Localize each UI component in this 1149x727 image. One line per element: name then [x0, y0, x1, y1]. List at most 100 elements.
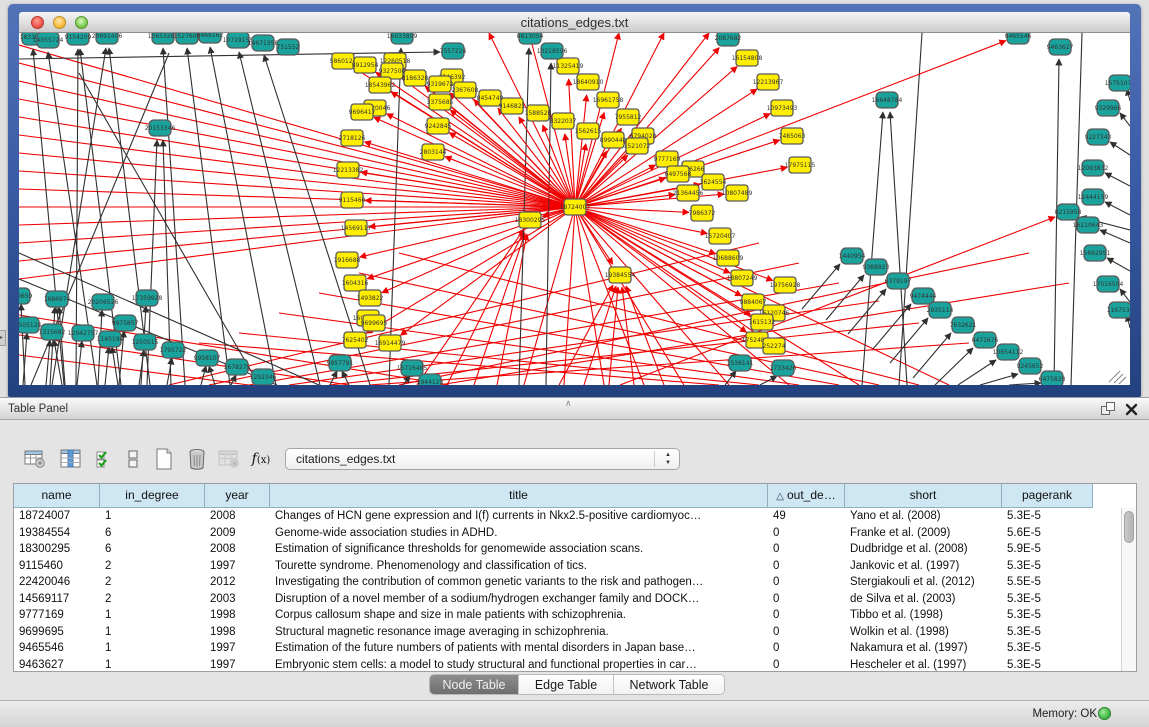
network-node[interactable]: 18807249 — [727, 270, 758, 286]
network-node[interactable]: 16210643 — [1073, 217, 1104, 233]
table-scrollbar-thumb[interactable] — [1124, 511, 1134, 543]
function-builder-icon[interactable]: f(x) — [248, 446, 274, 472]
splitter-chevron-icon[interactable]: ∧ — [565, 399, 572, 408]
network-node[interactable]: 3375685 — [427, 94, 454, 110]
column-visibility-icon[interactable] — [58, 446, 84, 472]
network-node[interactable]: 252274 — [763, 338, 786, 354]
network-node[interactable]: 8912954 — [352, 57, 379, 73]
create-column-icon[interactable] — [151, 446, 177, 472]
network-node[interactable]: 20153346 — [145, 120, 176, 136]
network-canvas[interactable]: 1872400758601248912954122605189327508818… — [19, 33, 1130, 385]
table-row[interactable]: 946362711997Embryonic stem cells: a mode… — [14, 657, 1136, 673]
network-node[interactable]: 9958107 — [194, 350, 221, 366]
table-row[interactable]: 977716911998Corpus callosum shape and si… — [14, 607, 1136, 624]
network-node[interactable]: 12042757 — [68, 325, 99, 341]
column-header-year[interactable]: year — [205, 484, 270, 508]
memory-status-indicator[interactable] — [1098, 707, 1111, 720]
network-node[interactable]: 1795722 — [160, 342, 187, 358]
network-node[interactable]: 7632621 — [950, 317, 977, 333]
network-node[interactable]: 8322037 — [550, 113, 577, 129]
network-node[interactable]: 6497568 — [665, 166, 692, 182]
network-node[interactable]: 7986372 — [689, 205, 716, 221]
column-header-pagerank[interactable]: pagerank — [1002, 484, 1093, 508]
tab-node-table[interactable]: Node Table — [430, 675, 519, 694]
delete-column-icon[interactable] — [184, 446, 210, 472]
network-node[interactable]: 1440954 — [839, 248, 866, 264]
network-node[interactable]: 1916688 — [334, 252, 361, 268]
network-node[interactable]: 1493822 — [357, 290, 384, 306]
network-node[interactable]: 21364456 — [673, 185, 704, 201]
table-row[interactable]: 911546021997Tourette syndrome. Phenomeno… — [14, 558, 1136, 575]
network-node[interactable]: 17359928 — [132, 290, 163, 306]
table-row[interactable]: 1872400712008Changes of HCN gene express… — [14, 508, 1136, 525]
network-node[interactable]: 10654112 — [993, 344, 1024, 360]
network-node[interactable]: 14055724 — [33, 33, 64, 48]
network-node[interactable]: 15720407 — [705, 228, 736, 244]
column-header-in_degree[interactable]: in_degree — [100, 484, 205, 508]
network-node[interactable]: 12444159 — [1078, 189, 1109, 205]
network-node[interactable]: 9699695 — [361, 315, 388, 331]
network-node[interactable]: 9696417 — [349, 104, 376, 120]
network-node[interactable]: 6379197 — [885, 273, 912, 289]
network-node[interactable]: 8215958 — [1055, 204, 1082, 220]
network-node[interactable]: 2718126 — [339, 130, 366, 146]
network-node[interactable]: 9242845 — [425, 118, 452, 134]
row-select-icon[interactable] — [92, 446, 118, 472]
close-panel-icon[interactable] — [1124, 401, 1140, 417]
network-node[interactable]: 2803144 — [420, 144, 447, 160]
tab-edge-table[interactable]: Edge Table — [519, 675, 614, 694]
network-node[interactable]: 12213382 — [333, 162, 364, 178]
network-node[interactable]: 18543962 — [365, 77, 396, 93]
network-node[interactable]: 8813054 — [517, 33, 544, 44]
column-header-name[interactable]: name — [14, 484, 100, 508]
table-row[interactable]: 1938455462009Genome-wide association stu… — [14, 525, 1136, 542]
network-node[interactable]: 17975115 — [785, 157, 816, 173]
network-node[interactable]: 2087682 — [715, 33, 742, 46]
table-row[interactable]: 1456911722003Disruption of a novel membe… — [14, 591, 1136, 608]
network-node[interactable]: 6475828 — [1039, 371, 1066, 385]
network-node[interactable]: 20206526 — [88, 294, 119, 310]
network-node[interactable]: 19756928 — [770, 277, 801, 293]
network-node[interactable]: 15751074 — [1105, 75, 1130, 91]
network-node[interactable]: 1944123 — [417, 374, 444, 385]
network-node[interactable]: 17016504 — [1093, 276, 1124, 292]
network-node[interactable]: 1145194 — [97, 331, 124, 347]
network-node[interactable]: 20691406 — [92, 33, 123, 44]
table-row[interactable]: 2242004622012Investigating the contribut… — [14, 574, 1136, 591]
network-node[interactable]: 12213967 — [753, 74, 784, 90]
network-node[interactable]: 1315682 — [39, 324, 66, 340]
network-node[interactable]: 751552 — [277, 39, 300, 55]
network-node[interactable]: 16648784 — [872, 92, 903, 108]
network-node[interactable]: 16154808 — [732, 50, 763, 66]
table-row[interactable]: 946554611997Estimation of the future num… — [14, 640, 1136, 657]
control-panel-collapsed-handle[interactable]: ▸ — [0, 330, 6, 346]
network-node[interactable]: 2367608 — [452, 82, 479, 98]
network-node[interactable]: 16033809 — [387, 33, 418, 44]
network-node[interactable]: 1588520 — [525, 105, 552, 121]
network-node[interactable]: 8990448 — [600, 132, 627, 148]
network-node[interactable]: 9857791 — [327, 355, 354, 371]
network-node[interactable]: 1562615 — [575, 123, 602, 139]
network-node[interactable]: 1521072 — [624, 138, 651, 154]
table-gear-icon[interactable] — [22, 446, 48, 472]
network-node[interactable]: 13218506 — [537, 43, 568, 59]
network-node[interactable]: 6466162 — [197, 33, 224, 43]
network-node[interactable]: 12093832 — [1078, 160, 1109, 176]
network-node[interactable]: 8186328 — [402, 70, 429, 86]
network-node[interactable]: 16961758 — [593, 92, 624, 108]
network-node[interactable]: 9154209 — [65, 33, 92, 45]
network-node[interactable]: 9319672 — [427, 76, 454, 92]
network-node[interactable]: 14671358 — [248, 35, 279, 51]
float-panel-icon[interactable] — [1101, 402, 1116, 416]
network-node[interactable]: 19384554 — [605, 267, 636, 283]
table-row[interactable]: 969969511998Structural magnetic resonanc… — [14, 624, 1136, 641]
network-node[interactable]: 16914479 — [375, 335, 406, 351]
tab-network-table[interactable]: Network Table — [614, 675, 724, 694]
network-node[interactable]: 15692951 — [1080, 245, 1111, 261]
column-header-title[interactable]: title — [270, 484, 768, 508]
network-node[interactable]: 7625402 — [342, 332, 369, 348]
network-node[interactable]: 1167531 — [1107, 302, 1130, 318]
network-node[interactable]: 11325419 — [553, 58, 584, 74]
network-node[interactable]: 9465546 — [1005, 33, 1032, 44]
network-node[interactable]: 1292346 — [250, 369, 277, 385]
